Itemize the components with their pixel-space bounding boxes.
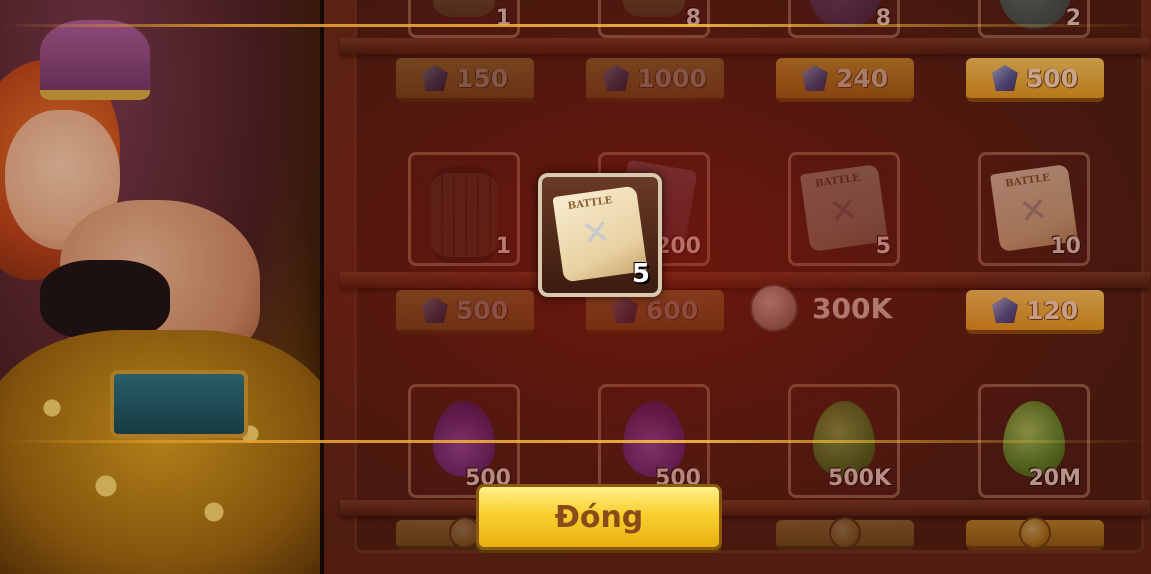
price-value: 500: [455, 295, 509, 325]
price-value: 120: [1025, 295, 1079, 325]
item-quantity: 2: [1065, 6, 1081, 31]
item-quantity: 1: [495, 234, 511, 259]
shop-item[interactable]: 8: [598, 0, 710, 38]
item-quantity: 5: [875, 234, 891, 259]
selected-item[interactable]: 5: [538, 173, 662, 297]
item-quantity: 10: [1050, 234, 1081, 259]
price-value: 500: [1025, 63, 1079, 93]
price-button[interactable]: [776, 517, 914, 550]
price-value: 600: [645, 295, 699, 325]
gem-icon: [801, 65, 828, 91]
shop-item[interactable]: 10: [978, 152, 1090, 266]
gem-icon: [611, 297, 638, 323]
price-value: 1000: [637, 63, 707, 93]
bag-icon: [433, 0, 495, 17]
item-quantity: 20M: [1028, 466, 1081, 491]
shop-item[interactable]: 1: [408, 152, 520, 266]
item-quantity: 500K: [828, 466, 891, 491]
shelf: [340, 38, 1150, 54]
price-value: 150: [455, 63, 509, 93]
shop-item[interactable]: 1: [408, 0, 520, 38]
glow-line: [0, 440, 1151, 443]
price-value: 300K: [812, 291, 893, 325]
coin-icon: [1019, 517, 1051, 549]
price-button[interactable]: [966, 517, 1104, 550]
selected-item-quantity: 5: [631, 259, 650, 289]
gem-icon: [421, 297, 448, 323]
price-button[interactable]: 500: [966, 58, 1104, 102]
barrel-icon: [431, 167, 497, 263]
bag-icon: [623, 0, 685, 17]
price-label[interactable]: 300K: [750, 284, 892, 332]
shop-item[interactable]: 5: [788, 152, 900, 266]
shop-item[interactable]: 8: [788, 0, 900, 38]
price-button[interactable]: 240: [776, 58, 914, 102]
gem-icon: [991, 65, 1018, 91]
coin-icon: [750, 284, 798, 332]
price-button[interactable]: 500: [396, 290, 534, 334]
price-button[interactable]: 120: [966, 290, 1104, 334]
glow-line: [0, 24, 1151, 27]
close-button[interactable]: Đóng: [476, 484, 722, 550]
gem-icon: [421, 65, 448, 91]
item-quantity: 8: [685, 6, 701, 31]
price-value: 240: [835, 63, 889, 93]
character-art: [0, 0, 322, 574]
shop-area: 1 8 8 2 150 1000 240 500 1 200 5: [324, 0, 1151, 574]
shop-item[interactable]: 2: [978, 0, 1090, 38]
item-quantity: 1: [495, 6, 511, 31]
gem-icon: [991, 297, 1018, 323]
gem-icon: [603, 65, 630, 91]
price-button[interactable]: 1000: [586, 58, 724, 102]
item-quantity: 8: [875, 6, 891, 31]
shelf: [340, 272, 1150, 288]
price-button[interactable]: 150: [396, 58, 534, 102]
coin-icon: [829, 517, 861, 549]
shelf: [340, 500, 1150, 516]
